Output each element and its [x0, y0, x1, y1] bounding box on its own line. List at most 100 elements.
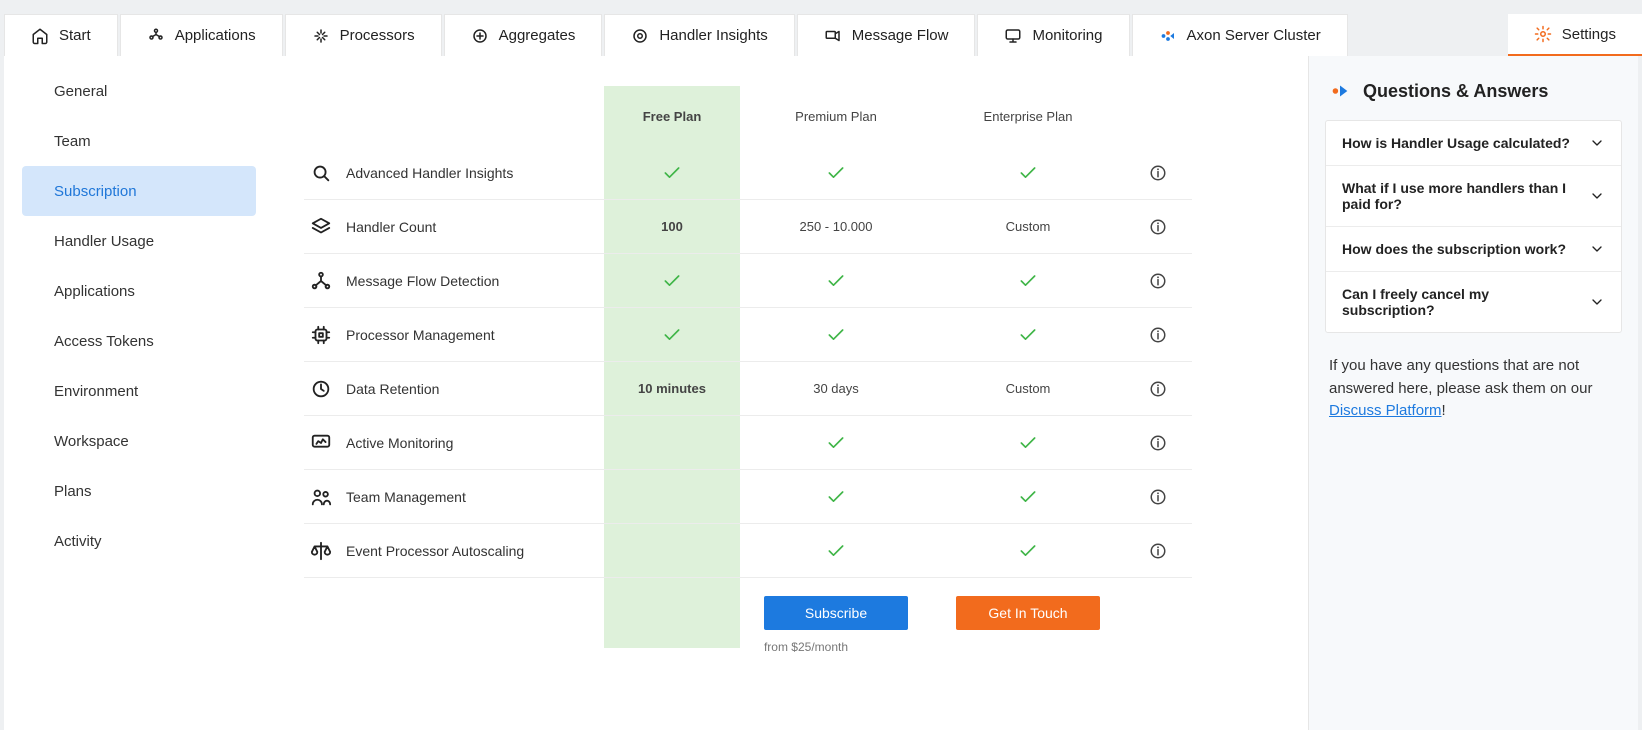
cta-free-empty [604, 578, 740, 648]
nav-tab-processors[interactable]: Processors [285, 14, 442, 56]
check-icon [1018, 163, 1038, 183]
sidebar-item-label: Activity [54, 533, 102, 550]
nav-tab-start[interactable]: Start [4, 14, 118, 56]
plan-cell-enterprise [932, 146, 1124, 200]
plan-cell-premium [740, 524, 932, 578]
nav-tab-label: Monitoring [1032, 27, 1102, 44]
plan-header-spacer [304, 86, 604, 146]
plan-header-premium: Premium Plan [740, 86, 932, 146]
nav-tab-settings[interactable]: Settings [1508, 14, 1642, 56]
info-icon[interactable] [1149, 272, 1167, 290]
cta-info-empty [1124, 578, 1192, 648]
nav-tab-label: Axon Server Cluster [1187, 27, 1321, 44]
feature-info [1124, 524, 1192, 578]
qa-title: Questions & Answers [1363, 81, 1548, 102]
feature-label: Message Flow Detection [304, 254, 604, 308]
qa-item[interactable]: What if I use more handlers than I paid … [1326, 166, 1621, 227]
nav-tab-axon-server-cluster[interactable]: Axon Server Cluster [1132, 14, 1348, 56]
plan-cell-premium [740, 146, 932, 200]
subscribe-button[interactable]: Subscribe [764, 596, 908, 630]
sidebar-item-label: Workspace [54, 433, 129, 450]
sidebar-item-applications[interactable]: Applications [22, 266, 256, 316]
qa-item-label: How does the subscription work? [1342, 241, 1566, 257]
monitor-icon [310, 432, 332, 454]
plan-header-enterprise: Enterprise Plan [932, 86, 1124, 146]
chevron-down-icon [1589, 135, 1605, 151]
settings-sidebar: General Team Subscription Handler Usage … [4, 56, 274, 730]
clock-icon [310, 378, 332, 400]
info-icon[interactable] [1149, 326, 1167, 344]
info-icon[interactable] [1149, 488, 1167, 506]
info-icon[interactable] [1149, 380, 1167, 398]
feature-info [1124, 416, 1192, 470]
plan-header-free: Free Plan [604, 86, 740, 146]
check-icon [1018, 433, 1038, 453]
plan-cell-enterprise: Custom [932, 200, 1124, 254]
scale-icon [310, 540, 332, 562]
feature-info [1124, 146, 1192, 200]
plan-header-info [1124, 86, 1192, 146]
flow-icon [824, 27, 842, 45]
sidebar-item-workspace[interactable]: Workspace [22, 416, 256, 466]
qa-logo-icon [1329, 80, 1351, 102]
nav-tab-message-flow[interactable]: Message Flow [797, 14, 976, 56]
plan-cell-premium [740, 416, 932, 470]
info-icon[interactable] [1149, 164, 1167, 182]
feature-label-text: Processor Management [346, 327, 495, 343]
nav-left-group: Start Applications Processors Aggregates… [4, 0, 1350, 56]
sidebar-item-handler-usage[interactable]: Handler Usage [22, 216, 256, 266]
info-icon[interactable] [1149, 434, 1167, 452]
sidebar-item-access-tokens[interactable]: Access Tokens [22, 316, 256, 366]
feature-label-text: Data Retention [346, 381, 439, 397]
info-icon[interactable] [1149, 542, 1167, 560]
qa-item[interactable]: How is Handler Usage calculated? [1326, 121, 1621, 166]
cpu-icon [310, 324, 332, 346]
nav-tab-label: Settings [1562, 26, 1616, 43]
plan-cell-enterprise [932, 308, 1124, 362]
feature-label: Processor Management [304, 308, 604, 362]
qa-item-label: Can I freely cancel my subscription? [1342, 286, 1579, 318]
nav-tab-handler-insights[interactable]: Handler Insights [604, 14, 794, 56]
get-in-touch-button[interactable]: Get In Touch [956, 596, 1100, 630]
plan-cell-enterprise [932, 254, 1124, 308]
qa-item[interactable]: How does the subscription work? [1326, 227, 1621, 272]
nav-tab-label: Handler Insights [659, 27, 767, 44]
feature-label: Handler Count [304, 200, 604, 254]
plan-cell-free [604, 470, 740, 524]
plan-cell-free [604, 308, 740, 362]
insights-icon [631, 27, 649, 45]
plan-comparison: Free Plan Premium Plan Enterprise Plan A… [274, 56, 1308, 730]
cta-enterprise: Get In Touch [932, 578, 1124, 648]
nav-tab-label: Aggregates [499, 27, 576, 44]
check-icon [662, 271, 682, 291]
plan-cell-premium: 30 days [740, 362, 932, 416]
check-icon [826, 325, 846, 345]
feature-label: Event Processor Autoscaling [304, 524, 604, 578]
plan-cell-premium [740, 470, 932, 524]
chevron-down-icon [1589, 188, 1605, 204]
sidebar-item-general[interactable]: General [22, 66, 256, 116]
discuss-platform-link[interactable]: Discuss Platform [1329, 402, 1442, 419]
cta-premium: Subscribe [740, 578, 932, 648]
sidebar-item-plans[interactable]: Plans [22, 466, 256, 516]
sidebar-item-environment[interactable]: Environment [22, 366, 256, 416]
sidebar-item-team[interactable]: Team [22, 116, 256, 166]
check-icon [826, 487, 846, 507]
sidebar-item-activity[interactable]: Activity [22, 516, 256, 566]
sidebar-item-subscription[interactable]: Subscription [22, 166, 256, 216]
nav-tab-monitoring[interactable]: Monitoring [977, 14, 1129, 56]
check-icon [1018, 487, 1038, 507]
plan-cell-premium [740, 254, 932, 308]
feature-info [1124, 470, 1192, 524]
layers-icon [310, 216, 332, 238]
top-nav: Start Applications Processors Aggregates… [0, 0, 1642, 56]
plan-cell-enterprise [932, 470, 1124, 524]
sidebar-item-label: General [54, 83, 107, 100]
qa-item[interactable]: Can I freely cancel my subscription? [1326, 272, 1621, 332]
nav-tab-aggregates[interactable]: Aggregates [444, 14, 603, 56]
cta-spacer [304, 578, 604, 648]
info-icon[interactable] [1149, 218, 1167, 236]
plan-cell-free [604, 254, 740, 308]
qa-item-label: How is Handler Usage calculated? [1342, 135, 1570, 151]
nav-tab-applications[interactable]: Applications [120, 14, 283, 56]
